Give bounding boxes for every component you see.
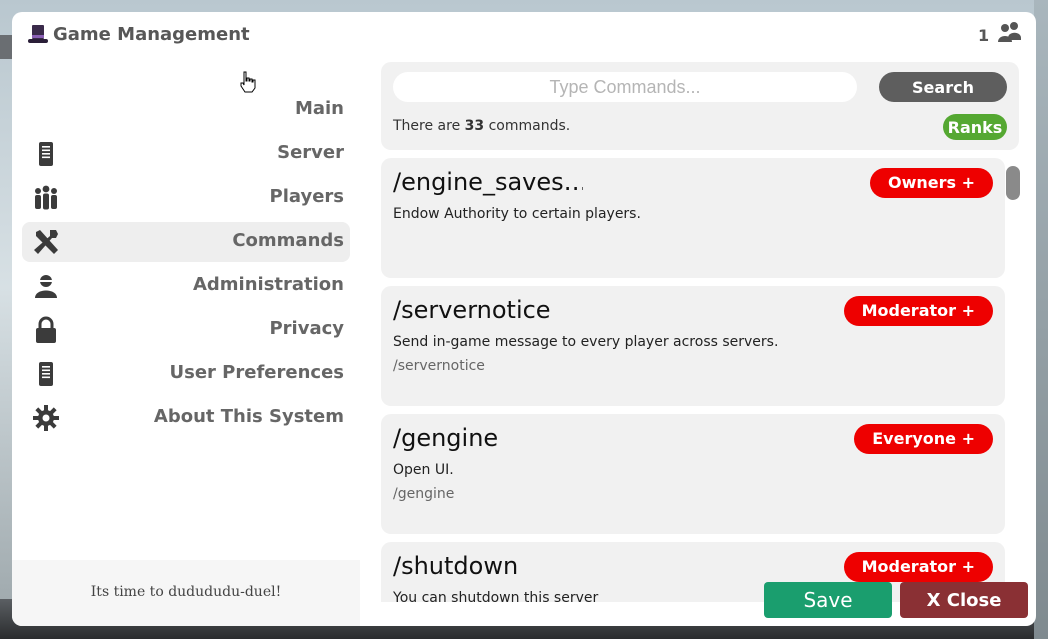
- people-icon[interactable]: [996, 20, 1022, 46]
- sidebar-item-label: About This System: [153, 406, 344, 427]
- command-count-value: 33: [464, 118, 485, 134]
- command-count-text: There are 33 commands.: [393, 118, 570, 134]
- command-description: Send in-game message to every player acr…: [393, 334, 779, 350]
- rank-badge[interactable]: Owners +: [869, 168, 993, 198]
- sidebar-item-label: User Preferences: [169, 362, 345, 383]
- rank-badge[interactable]: Moderator +: [843, 296, 993, 326]
- command-name: /shutdown: [393, 552, 519, 580]
- sidebar-item-label: Players: [269, 186, 345, 207]
- command-count-prefix: There are: [393, 118, 465, 134]
- sidebar-item-players[interactable]: Players: [22, 178, 350, 218]
- command-list-scrollbar[interactable]: [1006, 166, 1020, 200]
- footer-message: Its time to dudududu-duel!: [90, 584, 282, 600]
- search-button[interactable]: Search: [879, 72, 1007, 102]
- close-button[interactable]: X Close: [900, 582, 1028, 618]
- sidebar-item-label: Administration: [192, 274, 344, 295]
- sidebar-item-label: Main: [294, 98, 344, 119]
- sidebar-item-commands[interactable]: Commands: [22, 222, 350, 262]
- titlebar: Game Management 1: [12, 12, 1036, 58]
- command-card[interactable]: /servernotice Send in-game message to ev…: [381, 286, 1005, 406]
- game-management-window: Game Management 1 Main Server Players Co…: [12, 12, 1036, 626]
- rank-badge[interactable]: Everyone +: [854, 424, 993, 454]
- command-search-panel: Search There are 33 commands. Ranks: [381, 62, 1019, 150]
- command-count-suffix: commands.: [484, 118, 571, 134]
- sidebar-item-administration[interactable]: Administration: [22, 266, 350, 306]
- command-description: Open UI.: [393, 462, 454, 478]
- sidebar-item-main[interactable]: Main: [22, 90, 350, 130]
- sidebar-item-label: Commands: [232, 230, 344, 251]
- save-button[interactable]: Save: [764, 582, 892, 618]
- sidebar-item-privacy[interactable]: Privacy: [22, 310, 350, 350]
- sidebar-item-about-this-system[interactable]: About This System: [22, 398, 350, 438]
- command-name: /servernotice: [393, 296, 551, 324]
- command-list: /engine_saves… Endow Authority to certai…: [381, 158, 1007, 602]
- command-description: You can shutdown this server: [393, 590, 599, 602]
- gear-icon: [33, 405, 59, 431]
- command-name: /engine_saves…: [393, 168, 583, 196]
- rank-badge[interactable]: Moderator +: [843, 552, 993, 582]
- footer-message-box: Its time to dudududu-duel!: [12, 560, 360, 626]
- preferences-icon: [39, 362, 53, 386]
- sidebar: Main Server Players Commands Administrat…: [22, 90, 350, 442]
- command-name: /gengine: [393, 424, 499, 452]
- command-usage: /gengine: [393, 486, 455, 502]
- sidebar-item-label: Privacy: [269, 318, 344, 339]
- top-hat-icon: [28, 25, 48, 43]
- tools-icon: [34, 230, 58, 254]
- sidebar-item-label: Server: [277, 142, 344, 163]
- ranks-button[interactable]: Ranks: [943, 114, 1007, 140]
- sidebar-item-server[interactable]: Server: [22, 134, 350, 174]
- game-background-left-edge: [0, 35, 12, 59]
- game-background-right-edge: [1034, 0, 1048, 639]
- sidebar-item-user-preferences[interactable]: User Preferences: [22, 354, 350, 394]
- admin-icon: [35, 275, 57, 298]
- players-icon: [35, 185, 57, 210]
- command-card[interactable]: /gengine Open UI. /gengine Everyone +: [381, 414, 1005, 534]
- server-icon: [39, 142, 53, 166]
- command-description: Endow Authority to certain players.: [393, 206, 641, 222]
- player-count: 1: [978, 26, 990, 45]
- command-search-input[interactable]: [393, 72, 857, 102]
- command-usage: /servernotice: [393, 358, 485, 374]
- window-title: Game Management: [53, 24, 250, 45]
- command-card[interactable]: /engine_saves… Endow Authority to certai…: [381, 158, 1005, 278]
- lock-icon: [36, 316, 56, 343]
